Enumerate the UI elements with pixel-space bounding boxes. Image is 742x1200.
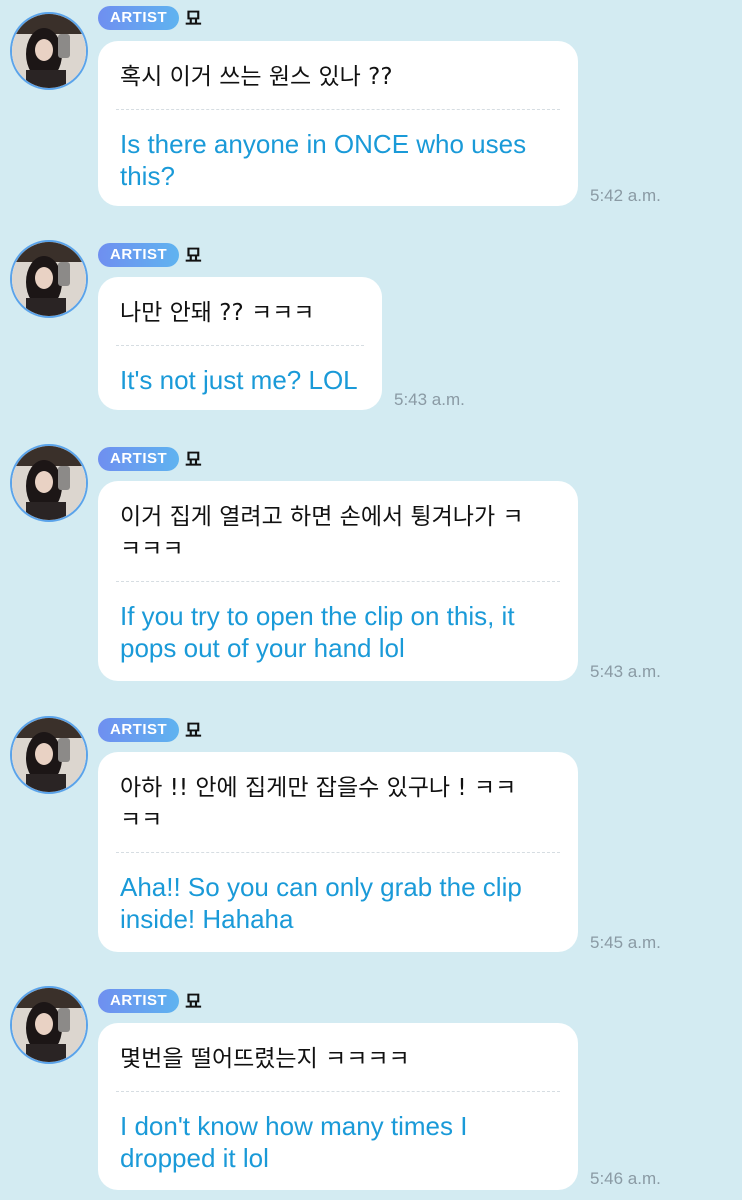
sender-row: ARTIST 묘 bbox=[98, 717, 202, 743]
korean-text: 나만 안돼 ?? ㅋㅋㅋ bbox=[120, 300, 315, 326]
artist-badge: ARTIST bbox=[98, 718, 180, 742]
timestamp: 5:42 a.m. bbox=[590, 186, 661, 205]
timestamp: 5:43 a.m. bbox=[590, 662, 661, 681]
message-bubble[interactable]: 나만 안돼 ?? ㅋㅋㅋ It's not just me? LOL bbox=[98, 277, 382, 410]
avatar[interactable] bbox=[10, 986, 88, 1064]
korean-text: 이거 집게 열려고 하면 손에서 튕겨나가 ㅋ ㅋㅋㅋ bbox=[120, 504, 524, 562]
sender-row: ARTIST 묘 bbox=[98, 446, 202, 472]
avatar[interactable] bbox=[10, 12, 88, 90]
timestamp: 5:43 a.m. bbox=[394, 390, 465, 409]
translation-text: Aha!! So you can only grab the clip insi… bbox=[120, 872, 522, 934]
translation-text: Is there anyone in ONCE who uses this? bbox=[120, 129, 527, 191]
artist-badge: ARTIST bbox=[98, 243, 180, 267]
avatar[interactable] bbox=[10, 444, 88, 522]
avatar-photo-icon bbox=[12, 14, 86, 88]
translation-text: It's not just me? LOL bbox=[120, 365, 358, 395]
sender-name: 묘 bbox=[185, 450, 202, 471]
message-bubble[interactable]: 몇번을 떨어뜨렸는지 ㅋㅋㅋㅋ I don't know how many ti… bbox=[98, 1023, 578, 1190]
timestamp: 5:46 a.m. bbox=[590, 1169, 661, 1188]
avatar-photo-icon bbox=[12, 718, 86, 792]
timestamp: 5:45 a.m. bbox=[590, 933, 661, 952]
chat-thread: ARTIST 묘 혹시 이거 쓰는 원스 있나 ?? Is there anyo… bbox=[0, 0, 742, 1200]
korean-text: 아하 !! 안에 집게만 잡을수 있구나 ! ㅋㅋ ㅋㅋ bbox=[120, 775, 517, 833]
korean-text: 몇번을 떨어뜨렸는지 ㅋㅋㅋㅋ bbox=[120, 1046, 410, 1072]
translation-text: If you try to open the clip on this, it … bbox=[120, 601, 515, 663]
artist-badge: ARTIST bbox=[98, 6, 180, 30]
artist-badge: ARTIST bbox=[98, 989, 180, 1013]
message-bubble[interactable]: 혹시 이거 쓰는 원스 있나 ?? Is there anyone in ONC… bbox=[98, 41, 578, 206]
sender-row: ARTIST 묘 bbox=[98, 988, 202, 1014]
translation-text: I don't know how many times I dropped it… bbox=[120, 1111, 468, 1173]
avatar-photo-icon bbox=[12, 242, 86, 316]
message-bubble[interactable]: 아하 !! 안에 집게만 잡을수 있구나 ! ㅋㅋ ㅋㅋ Aha!! So yo… bbox=[98, 752, 578, 952]
message-bubble[interactable]: 이거 집게 열려고 하면 손에서 튕겨나가 ㅋ ㅋㅋㅋ If you try t… bbox=[98, 481, 578, 681]
avatar[interactable] bbox=[10, 716, 88, 794]
avatar-photo-icon bbox=[12, 446, 86, 520]
korean-text: 혹시 이거 쓰는 원스 있나 ?? bbox=[120, 64, 393, 90]
sender-name: 묘 bbox=[185, 992, 202, 1013]
sender-name: 묘 bbox=[185, 246, 202, 267]
sender-row: ARTIST 묘 bbox=[98, 5, 202, 31]
avatar-photo-icon bbox=[12, 988, 86, 1062]
sender-name: 묘 bbox=[185, 721, 202, 742]
artist-badge: ARTIST bbox=[98, 447, 180, 471]
avatar[interactable] bbox=[10, 240, 88, 318]
sender-row: ARTIST 묘 bbox=[98, 242, 202, 268]
sender-name: 묘 bbox=[185, 9, 202, 30]
